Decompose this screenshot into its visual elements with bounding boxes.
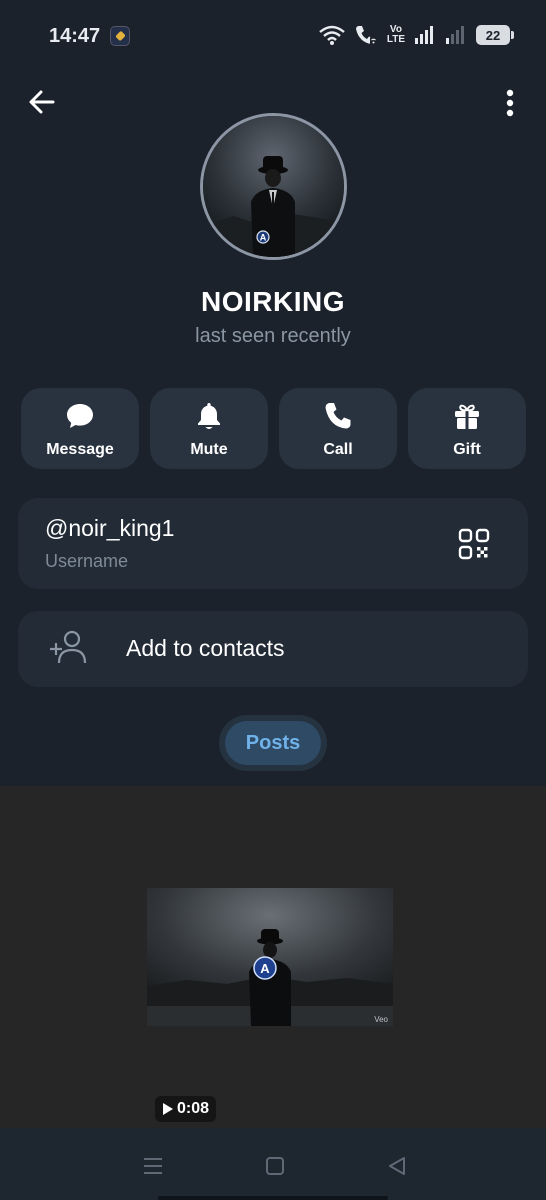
tab-posts[interactable]: Posts — [219, 715, 327, 771]
username-value: @noir_king1 — [45, 515, 175, 541]
profile-name: NOIRKING — [201, 286, 345, 317]
svg-text:A: A — [260, 961, 270, 976]
volte-bottom: LTE — [386, 34, 405, 45]
gift-label: Gift — [453, 441, 481, 458]
wifi-icon — [319, 25, 345, 45]
svg-text:A: A — [260, 233, 267, 243]
posts-tab-label: Posts — [225, 721, 321, 765]
video-watermark: Veo — [374, 1015, 388, 1024]
qr-code-icon[interactable] — [458, 528, 490, 560]
home-indicator — [158, 1196, 388, 1200]
status-time: 14:47 — [49, 25, 101, 47]
add-to-contacts-button[interactable]: Add to contacts — [18, 611, 528, 687]
signal-weak-icon — [446, 26, 464, 44]
home-square-icon[interactable] — [263, 1154, 287, 1178]
message-button[interactable]: Message — [21, 388, 139, 469]
mute-button[interactable]: Mute — [150, 388, 268, 469]
username-card[interactable]: @noir_king1 Username — [18, 498, 528, 589]
profile-avatar[interactable]: A — [200, 113, 347, 260]
chat-bubble-icon — [67, 404, 93, 428]
add-person-icon — [50, 630, 87, 664]
status-bar: 14:47 Vo LTE 22 — [0, 0, 546, 72]
video-thumbnail-image: A — [147, 888, 393, 1026]
posts-media-grid: A Veo 0:08 — [0, 786, 546, 1128]
system-navigation-bar — [0, 1128, 546, 1200]
mute-label: Mute — [190, 441, 228, 458]
profile-status: last seen recently — [195, 325, 351, 347]
back-triangle-icon[interactable] — [385, 1154, 409, 1178]
gift-icon — [455, 404, 479, 429]
app-notification-icon — [110, 26, 130, 46]
message-label: Message — [46, 441, 114, 458]
video-duration-badge: 0:08 — [155, 1096, 217, 1122]
video-duration: 0:08 — [177, 1100, 210, 1117]
action-row: Message Mute Call Gift — [21, 388, 526, 469]
gift-button[interactable]: Gift — [408, 388, 526, 469]
add-to-contacts-label: Add to contacts — [126, 635, 285, 661]
recents-menu-icon[interactable] — [141, 1154, 165, 1178]
call-label: Call — [323, 441, 353, 458]
volte-indicator: Vo LTE — [387, 25, 405, 45]
call-button[interactable]: Call — [279, 388, 397, 469]
bell-icon — [198, 403, 220, 429]
back-arrow-icon[interactable] — [26, 86, 58, 118]
video-post-thumbnail[interactable]: A Veo — [147, 888, 393, 1026]
battery-icon: 22 — [476, 25, 514, 45]
play-icon — [163, 1103, 173, 1115]
more-options-icon[interactable] — [498, 86, 522, 120]
status-icons: Vo LTE 22 — [319, 24, 514, 46]
signal-icon — [415, 26, 433, 44]
username-caption: Username — [45, 551, 129, 571]
avatar-image: A — [203, 116, 344, 257]
phone-icon — [325, 403, 351, 429]
wifi-calling-icon — [355, 26, 377, 45]
